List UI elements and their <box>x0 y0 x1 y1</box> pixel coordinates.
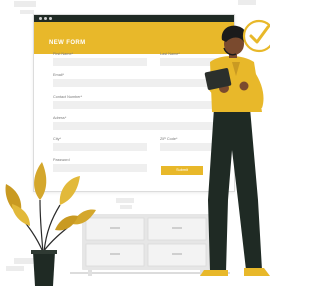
illustration-scene: NEW FORM First Name* Last Name* Email* C… <box>0 0 270 286</box>
checkmark-badge-icon <box>242 19 270 53</box>
